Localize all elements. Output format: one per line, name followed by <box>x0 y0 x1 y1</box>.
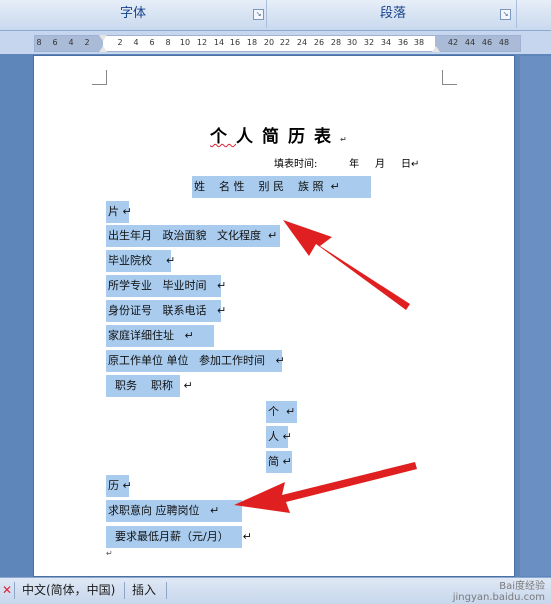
status-bar: ✕ 中文(简体，中国) 插入 Bai度经验 jingyan.baidu.com <box>0 577 551 604</box>
red-arrow-icon <box>234 462 417 513</box>
watermark-line: jingyan.baidu.com <box>452 592 545 603</box>
status-separator <box>124 582 125 599</box>
watermark-line: Bai度经验 <box>499 581 545 592</box>
insert-mode-indicator[interactable]: 插入 <box>132 578 156 604</box>
red-arrow-icon <box>283 220 410 310</box>
spelling-error-icon[interactable]: ✕ <box>2 578 12 604</box>
status-separator <box>14 582 15 599</box>
status-separator <box>166 582 167 599</box>
baidu-watermark: Bai度经验 jingyan.baidu.com <box>453 581 545 603</box>
language-indicator[interactable]: 中文(简体，中国) <box>22 578 115 604</box>
annotation-arrows <box>234 220 417 513</box>
